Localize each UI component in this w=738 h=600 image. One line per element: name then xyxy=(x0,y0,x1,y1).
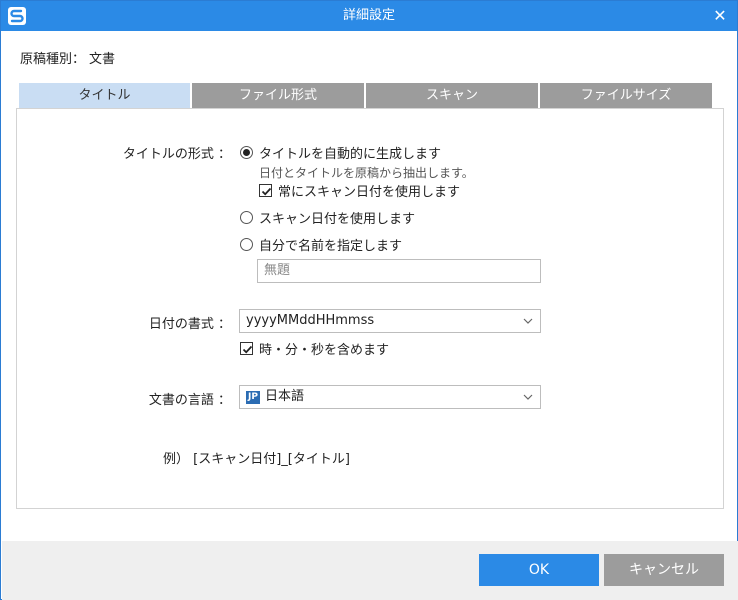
checkbox-include-time[interactable]: 時・分・秒を含めます xyxy=(240,339,390,358)
example-value: [スキャン日付]_[タイトル] xyxy=(193,452,350,467)
chevron-down-icon xyxy=(523,394,533,400)
tab-file-size[interactable]: ファイルサイズ xyxy=(540,83,712,108)
button-bar: OK キャンセル xyxy=(2,541,738,600)
title-bar[interactable]: 詳細設定 ✕ xyxy=(1,1,737,31)
window-title: 詳細設定 xyxy=(342,8,395,23)
custom-name-input[interactable]: 無題 xyxy=(257,259,541,283)
checkbox-always-scan-date[interactable]: 常にスキャン日付を使用します xyxy=(259,181,461,200)
include-time-label: 時・分・秒を含めます xyxy=(259,342,390,358)
jp-flag-icon: JP xyxy=(246,391,260,404)
check-icon[interactable] xyxy=(240,341,253,355)
radio-auto-title-label: タイトルを自動的に生成します xyxy=(259,146,442,162)
radio-scan-date-label: スキャン日付を使用します xyxy=(259,211,416,227)
example-preview: 例） [スキャン日付]_[タイトル] xyxy=(163,448,350,467)
radio-scan-date[interactable]: スキャン日付を使用します xyxy=(240,208,416,227)
language-label: 文書の言語 ： xyxy=(148,393,231,408)
document-type: 原稿種別： 文書 xyxy=(20,48,119,67)
language-select[interactable]: JP 日本語 xyxy=(239,385,541,409)
chevron-down-icon xyxy=(523,318,533,324)
tab-title[interactable]: タイトル xyxy=(19,83,190,108)
radio-custom-name-label: 自分で名前を指定します xyxy=(259,238,403,254)
date-format-select[interactable]: yyyyMMddHHmmss xyxy=(239,309,541,333)
tab-file-format[interactable]: ファイル形式 xyxy=(192,83,364,108)
example-label: 例） xyxy=(163,452,190,467)
tab-scan[interactable]: スキャン xyxy=(366,83,538,108)
document-type-label: 原稿種別： xyxy=(20,52,86,67)
radio-auto-title[interactable]: タイトルを自動的に生成します xyxy=(240,143,442,162)
radio-custom-name[interactable]: 自分で名前を指定します xyxy=(240,235,403,254)
auto-title-hint: 日付とタイトルを原稿から抽出します。 xyxy=(259,166,474,180)
ok-button[interactable]: OK xyxy=(479,554,599,586)
document-type-value: 文書 xyxy=(89,52,116,67)
date-format-value: yyyyMMddHHmmss xyxy=(246,313,375,328)
date-format-label: 日付の書式 ： xyxy=(148,317,231,332)
radio-scan-date-indicator[interactable] xyxy=(240,210,253,224)
radio-auto-title-indicator[interactable] xyxy=(240,145,253,159)
check-icon[interactable] xyxy=(259,183,272,197)
settings-dialog: 詳細設定 ✕ 原稿種別： 文書 タイトル ファイル形式 スキャン ファイルサイズ … xyxy=(0,0,738,600)
close-icon[interactable]: ✕ xyxy=(709,5,731,27)
always-scan-date-label: 常にスキャン日付を使用します xyxy=(278,184,461,200)
title-format-label: タイトルの形式 ： xyxy=(122,147,231,162)
radio-custom-name-indicator[interactable] xyxy=(240,237,253,251)
cancel-button[interactable]: キャンセル xyxy=(604,554,724,586)
language-value: 日本語 xyxy=(264,389,304,404)
